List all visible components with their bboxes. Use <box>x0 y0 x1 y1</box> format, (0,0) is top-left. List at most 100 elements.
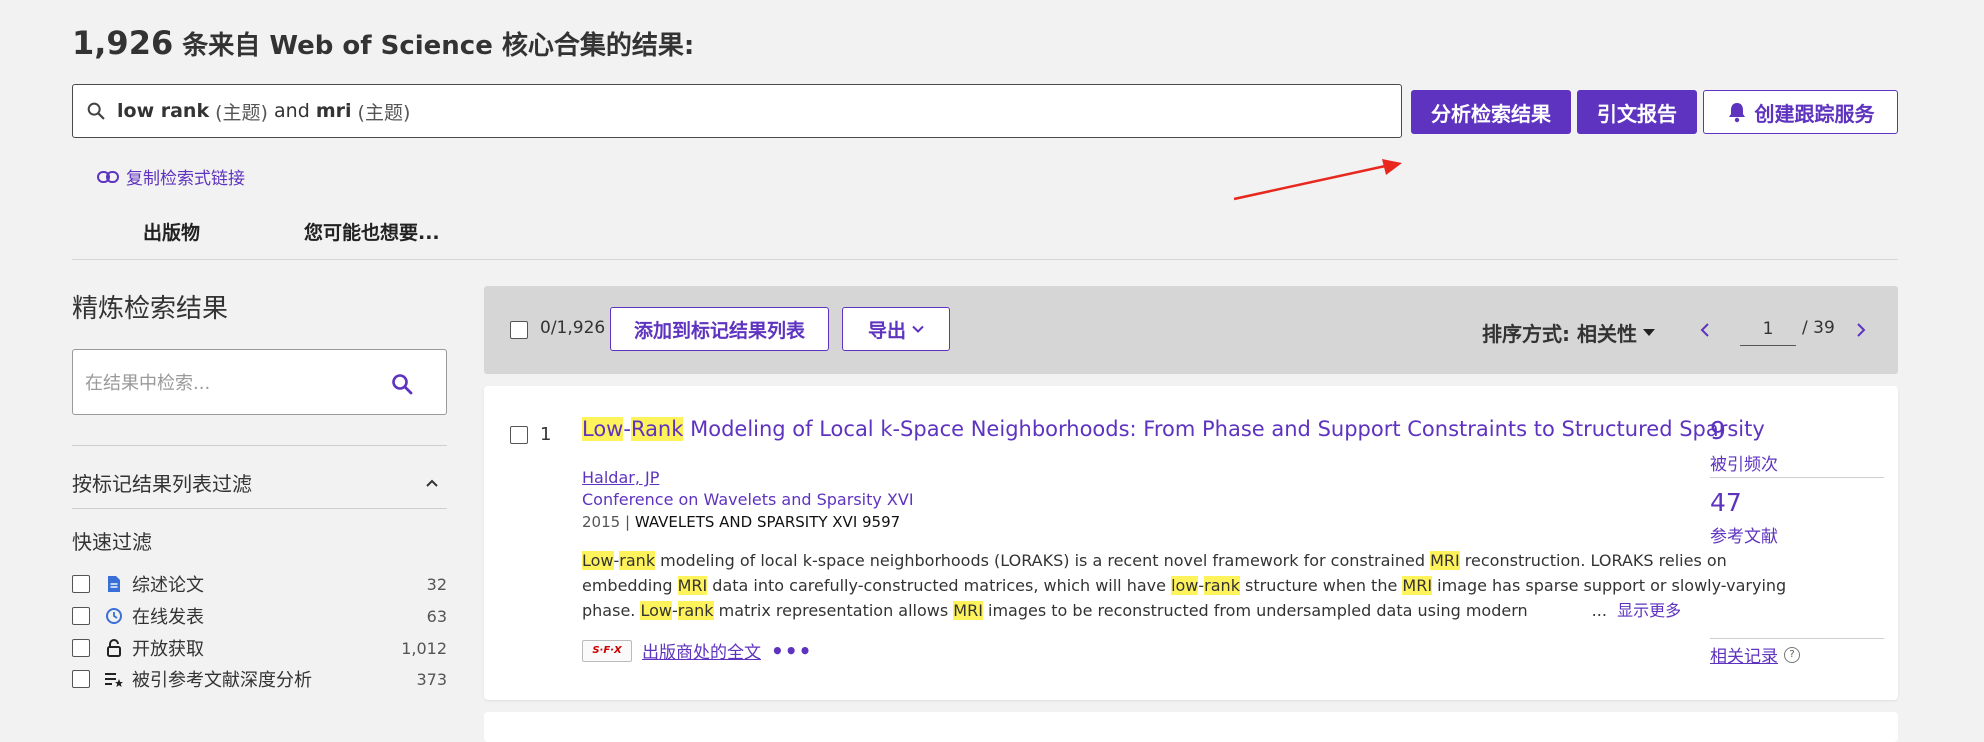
annotation-arrow <box>1233 159 1402 201</box>
quick-filter-count: 373 <box>416 669 447 689</box>
marked-list-filter-label: 按标记结果列表过滤 <box>72 472 252 496</box>
quick-filter-label: 在线发表 <box>132 607 204 628</box>
help-icon[interactable]: ? <box>1784 646 1800 663</box>
total-pages: / 39 <box>1802 318 1835 338</box>
title-separator: - <box>623 417 631 441</box>
create-alert-button[interactable]: 创建跟踪服务 <box>1703 90 1898 134</box>
quick-filter-label: 综述论文 <box>132 575 204 596</box>
publisher-full-text-link[interactable]: 出版商处的全文 <box>642 638 761 663</box>
abstract-line-3-text: phase. Low-rank matrix representation al… <box>582 601 1528 620</box>
checkbox[interactable] <box>72 575 90 593</box>
keyword-highlight: rank <box>619 551 656 570</box>
document-icon <box>104 575 124 593</box>
quick-filter-count: 1,012 <box>401 638 447 658</box>
bell-icon <box>1728 103 1745 123</box>
related-records[interactable]: 相关记录 ? <box>1710 642 1800 667</box>
next-page-icon[interactable] <box>1856 318 1866 342</box>
reference-count[interactable]: 47 <box>1710 488 1742 517</box>
marked-list-filter-toggle[interactable]: 按标记结果列表过滤 <box>72 468 447 497</box>
keyword-highlight: MRI <box>953 601 983 620</box>
keyword-highlight: MRI <box>1430 551 1460 570</box>
more-options-icon[interactable]: ••• <box>771 639 812 663</box>
result-card <box>484 712 1898 742</box>
sort-dropdown[interactable]: 排序方式: 相关性 <box>1482 318 1655 347</box>
abstract-line-2: embedding MRI data into carefully-constr… <box>582 573 1786 598</box>
checkbox[interactable] <box>72 670 90 688</box>
abstract-text: image has sparse support or slowly-varyi… <box>1432 576 1787 595</box>
query-term-1: low rank <box>117 100 210 122</box>
quick-filter-count: 32 <box>426 574 447 594</box>
stats-divider <box>1710 477 1884 478</box>
analyze-results-button[interactable]: 分析检索结果 <box>1411 90 1571 134</box>
result-checkbox[interactable] <box>510 426 528 444</box>
create-alert-label: 创建跟踪服务 <box>1754 101 1875 126</box>
abstract-text: structure when the <box>1239 576 1403 595</box>
results-count: 1,926 <box>72 24 174 62</box>
copy-query-link[interactable]: 复制检索式链接 <box>96 164 245 189</box>
abstract-text: modeling of local k-space neighborhoods … <box>655 551 1431 570</box>
show-more-link[interactable]: 显示更多 <box>1617 601 1681 620</box>
result-source-info: 2015 | WAVELETS AND SPARSITY XVI 9597 <box>582 513 901 531</box>
tab-you-may-also-like[interactable]: 您可能也想要... <box>304 218 440 245</box>
search-icon[interactable] <box>390 372 414 396</box>
query-display[interactable]: low rank (主题) and mri (主题) <box>72 84 1402 138</box>
abstract-ellipsis: ... <box>1591 601 1607 620</box>
quick-filter-early-access[interactable]: 在线发表 63 <box>72 603 447 629</box>
query-term-2: mri <box>315 100 352 122</box>
quick-filter-count: 63 <box>426 606 447 626</box>
result-source: WAVELETS AND SPARSITY XVI 9597 <box>634 513 901 531</box>
checkbox[interactable] <box>72 639 90 657</box>
stats-divider <box>1710 638 1884 639</box>
sort-label: 排序方式: 相关性 <box>1482 322 1637 346</box>
abstract-line-1: Low-rank modeling of local k-space neigh… <box>582 548 1727 573</box>
page-number-input[interactable]: 1 <box>1740 312 1796 346</box>
query-field-1: (主题) <box>215 101 268 124</box>
search-icon <box>87 102 105 120</box>
reference-count-label[interactable]: 参考文献 <box>1710 522 1778 547</box>
result-title-link[interactable]: Low-Rank Modeling of Local k-Space Neigh… <box>582 417 1765 441</box>
sfx-logo[interactable]: S·F·X <box>582 639 632 662</box>
citation-report-button[interactable]: 引文报告 <box>1577 90 1697 134</box>
clock-icon <box>104 607 124 625</box>
tab-publications[interactable]: 出版物 <box>143 218 200 245</box>
quick-filter-open-access[interactable]: 开放获取 1,012 <box>72 635 447 661</box>
result-conference-link[interactable]: Conference on Wavelets and Sparsity XVI <box>582 490 914 509</box>
add-to-marked-list-button[interactable]: 添加到标记结果列表 <box>610 307 829 351</box>
keyword-highlight: Low <box>582 551 614 570</box>
abstract-text: matrix representation allows <box>713 601 954 620</box>
results-heading: 1,926 条来自 Web of Science 核心合集的结果: <box>72 24 694 62</box>
chevron-up-icon <box>426 479 438 487</box>
lock-open-icon <box>104 639 124 657</box>
refine-divider <box>72 445 447 446</box>
refine-divider <box>72 508 447 509</box>
abstract-text: embedding <box>582 576 678 595</box>
keyword-highlight: MRI <box>677 576 708 595</box>
list-star-icon <box>104 670 124 688</box>
abstract-text: reconstruction. LORAKS relies on <box>1459 551 1727 570</box>
result-author-link[interactable]: Haldar, JP <box>582 468 659 487</box>
checkbox[interactable] <box>72 607 90 625</box>
citation-count[interactable]: 9 <box>1710 416 1726 445</box>
related-records-link[interactable]: 相关记录 <box>1710 642 1778 667</box>
keyword-highlight: rank <box>677 601 714 620</box>
prev-page-icon[interactable] <box>1700 318 1710 342</box>
results-title-suffix: 条来自 Web of Science 核心合集的结果: <box>182 31 695 61</box>
query-operator: and <box>274 100 310 122</box>
result-year: 2015 <box>582 513 621 531</box>
abstract-text: phase. <box>582 601 641 620</box>
result-index: 1 <box>540 424 552 445</box>
quick-filter-enriched-refs[interactable]: 被引参考文献深度分析 373 <box>72 666 447 692</box>
keyword-highlight: rank <box>1204 576 1240 595</box>
quick-filter-review[interactable]: 综述论文 32 <box>72 571 447 597</box>
keyword-highlight: low <box>1171 576 1199 595</box>
refine-search-input[interactable]: 在结果中检索... <box>72 349 447 415</box>
result-links: S·F·X 出版商处的全文 ••• <box>582 638 812 663</box>
copy-link-label: 复制检索式链接 <box>126 169 245 189</box>
citation-count-label[interactable]: 被引频次 <box>1710 450 1778 475</box>
link-icon <box>97 170 119 183</box>
abstract-text: data into carefully-constructed matrices… <box>707 576 1172 595</box>
select-all-checkbox[interactable] <box>510 321 528 339</box>
query-field-2: (主题) <box>357 101 411 124</box>
abstract-text: images to be reconstructed from undersam… <box>982 601 1528 620</box>
export-button[interactable]: 导出 <box>842 307 950 351</box>
